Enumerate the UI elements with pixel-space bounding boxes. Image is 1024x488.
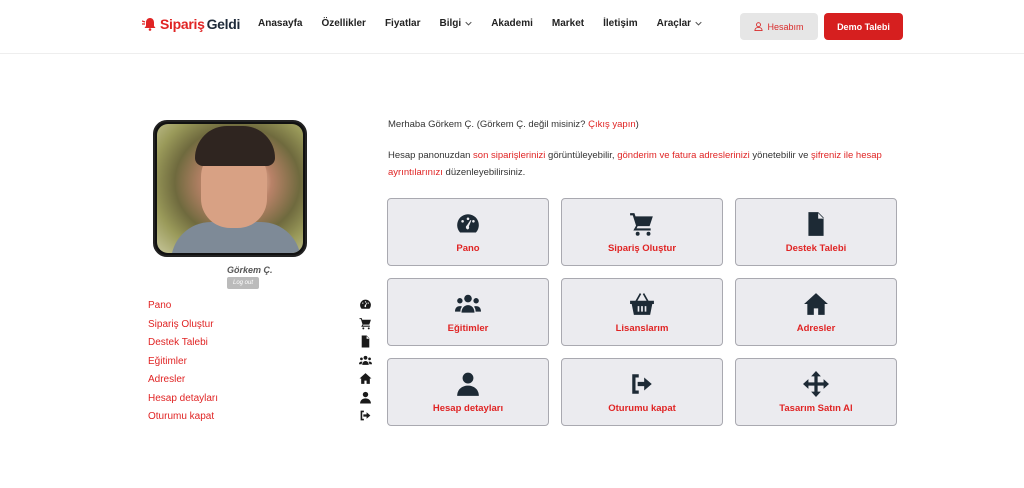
nav-item-iletisim[interactable]: İletişim [603, 18, 637, 29]
demo-button-label: Demo Talebi [837, 21, 890, 32]
card-label: Destek Talebi [785, 242, 847, 254]
card-adresler[interactable]: Adresler [735, 278, 897, 346]
card-label: Tasarım Satın Al [779, 402, 853, 414]
card-pano[interactable]: Pano [387, 198, 549, 266]
chevron-down-icon [695, 21, 702, 26]
avatar [153, 120, 307, 257]
nav-item-fiyatlar[interactable]: Fiyatlar [385, 18, 421, 29]
account-side-menu: Pano Sipariş Oluştur Destek Talebi Eğiti… [148, 300, 218, 430]
card-siparis-olustur[interactable]: Sipariş Oluştur [561, 198, 723, 266]
nav-label: Akademi [491, 18, 533, 29]
side-menu-item-egitimler[interactable]: Eğitimler [148, 356, 218, 375]
card-label: Pano [456, 242, 480, 254]
card-label: Sipariş Oluştur [607, 242, 677, 254]
home-icon[interactable] [359, 372, 372, 385]
account-button-label: Hesabım [767, 21, 804, 32]
desc-text: düzenleyebilirsiniz. [442, 167, 526, 178]
main-nav: Anasayfa Özellikler Fiyatlar Bilgi Akade… [258, 18, 702, 29]
card-lisanslarim[interactable]: Lisanslarım [561, 278, 723, 346]
chevron-down-icon [465, 21, 472, 26]
side-menu-item-adresler[interactable]: Adresler [148, 374, 218, 393]
nav-label: İletişim [603, 18, 638, 29]
logo[interactable]: Sipariş Geldi [142, 16, 240, 32]
nav-item-akademi[interactable]: Akademi [491, 18, 533, 29]
basket-icon [630, 292, 654, 315]
nav-label: Fiyatlar [384, 18, 421, 29]
users-icon [455, 294, 481, 313]
document-icon [808, 211, 824, 236]
profile-photo [157, 124, 303, 253]
card-tasarim-satin-al[interactable]: Tasarım Satın Al [735, 358, 897, 426]
user-icon [457, 372, 479, 396]
side-menu-item-pano[interactable]: Pano [148, 300, 218, 319]
nav-item-market[interactable]: Market [552, 18, 584, 29]
nav-label: Özellikler [321, 18, 366, 29]
sign-out-icon [632, 373, 652, 394]
desc-text: Hesap panonuzdan [388, 150, 474, 161]
home-icon [804, 292, 828, 315]
desc-text: görüntüleyebilir, [545, 150, 618, 161]
dashboard-cards: Pano Sipariş Oluştur Destek Talebi Eğiti… [387, 198, 897, 426]
profile-name: Görkem Ç. [227, 265, 273, 275]
nav-item-ozellikler[interactable]: Özellikler [321, 18, 365, 29]
nav-item-bilgi[interactable]: Bilgi [440, 18, 473, 29]
logo-bell-icon [142, 18, 156, 31]
nav-label: Araçlar [656, 18, 692, 29]
account-button[interactable]: Hesabım [740, 13, 818, 40]
nav-item-araclar[interactable]: Araçlar [657, 18, 702, 29]
user-outline-icon [754, 22, 764, 31]
nav-label: Market [551, 18, 585, 29]
nav-item-anasayfa[interactable]: Anasayfa [258, 18, 302, 29]
recent-orders-link[interactable]: son siparişlerinizi [473, 150, 545, 161]
cart-icon [630, 212, 653, 236]
nav-label: Bilgi [439, 18, 462, 29]
site-header: Sipariş Geldi Anasayfa Özellikler Fiyatla… [0, 0, 1024, 54]
logout-badge[interactable]: Log out [227, 277, 259, 289]
card-egitimler[interactable]: Eğitimler [387, 278, 549, 346]
card-label: Oturumu kapat [608, 402, 676, 414]
logout-link[interactable]: Çıkış yapın [588, 119, 636, 130]
user-icon[interactable] [359, 391, 372, 404]
demo-request-button[interactable]: Demo Talebi [824, 13, 903, 40]
nav-label: Anasayfa [258, 18, 303, 29]
side-menu-item-oturumu-kapat[interactable]: Oturumu kapat [148, 411, 218, 430]
card-label: Lisanslarım [615, 322, 669, 334]
greeting-suffix: ) [635, 119, 639, 130]
addresses-link[interactable]: gönderim ve fatura adreslerinizi [617, 150, 750, 161]
greeting-text: Merhaba Görkem Ç. (Görkem Ç. değil misin… [388, 119, 639, 130]
card-label: Eğitimler [447, 322, 489, 334]
dashboard-description: Hesap panonuzdan son siparişlerinizi gör… [388, 147, 900, 181]
dashboard-icon [457, 213, 479, 232]
card-destek-talebi[interactable]: Destek Talebi [735, 198, 897, 266]
card-hesap-detaylari[interactable]: Hesap detayları [387, 358, 549, 426]
logo-text-secondary: Geldi [206, 16, 241, 32]
side-menu-item-destek-talebi[interactable]: Destek Talebi [148, 337, 218, 356]
side-menu-icons [356, 298, 374, 428]
logo-text-primary: Sipariş [160, 16, 205, 32]
greeting-prefix: Merhaba Görkem Ç. (Görkem Ç. değil misin… [388, 119, 589, 130]
document-icon[interactable] [359, 335, 372, 348]
side-menu-item-siparis-olustur[interactable]: Sipariş Oluştur [148, 319, 218, 338]
cart-icon[interactable] [359, 317, 372, 330]
card-oturumu-kapat[interactable]: Oturumu kapat [561, 358, 723, 426]
sign-out-icon[interactable] [359, 409, 372, 422]
arrows-move-icon [803, 370, 829, 397]
card-label: Hesap detayları [432, 402, 504, 414]
users-icon[interactable] [358, 354, 372, 367]
desc-text: yönetebilir ve [749, 150, 812, 161]
side-menu-item-hesap-detaylari[interactable]: Hesap detayları [148, 393, 218, 412]
dashboard-icon[interactable] [359, 298, 372, 311]
card-label: Adresler [796, 322, 836, 334]
